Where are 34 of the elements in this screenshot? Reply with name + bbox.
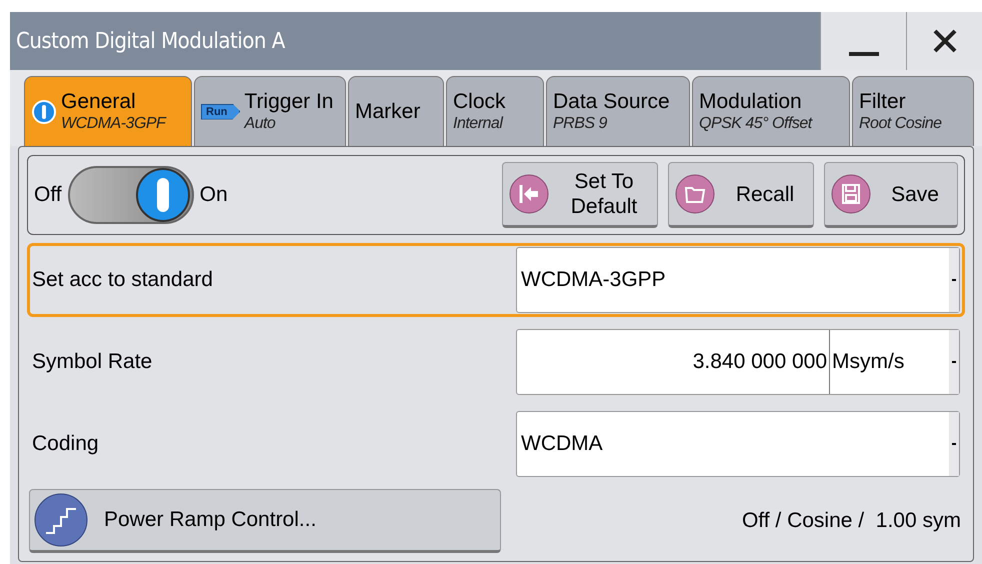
setting-label: Set acc to standard: [32, 267, 214, 294]
setting-label: Coding: [32, 431, 100, 458]
tab[interactable]: Modulation QPSK 45° Offset: [692, 76, 850, 146]
tab[interactable]: Marker: [348, 76, 444, 146]
minimize-icon: [848, 52, 878, 56]
action-button[interactable]: Save: [824, 162, 958, 228]
setting-label: Symbol Rate: [32, 349, 154, 376]
tab[interactable]: Filter Root Cosine: [852, 76, 974, 146]
on-label: On: [200, 182, 228, 208]
tab[interactable]: General WCDMA-3GPF: [24, 76, 192, 146]
action-button[interactable]: Set To Default: [502, 162, 658, 228]
floppy-disk-icon: [831, 174, 871, 214]
close-icon: [932, 28, 958, 54]
value-field[interactable]: 3.840 000 000 Msym/s: [516, 329, 960, 395]
tab[interactable]: Run Trigger In Auto: [194, 76, 346, 146]
run-icon: Run: [201, 104, 240, 120]
dropdown-icon: [949, 412, 959, 476]
off-label: Off: [34, 182, 62, 208]
power-ramp-summary: Off / Cosine / 1.00 sym: [740, 508, 962, 534]
close-button[interactable]: [906, 12, 982, 70]
info-icon: [31, 98, 57, 124]
tab[interactable]: Clock Internal: [446, 76, 544, 146]
value-field[interactable]: WCDMA-3GPP: [516, 247, 960, 313]
step-ramp-icon: [34, 493, 88, 547]
tab[interactable]: Data Source PRBS 9: [546, 76, 690, 146]
action-button[interactable]: Recall: [668, 162, 814, 228]
folder-icon: [675, 174, 715, 214]
value-field[interactable]: WCDMA: [516, 411, 960, 477]
arrow-left-bar-icon: [509, 174, 549, 214]
window-title: Custom Digital Modulation A: [15, 28, 286, 56]
minimize-button[interactable]: [820, 12, 906, 70]
power-ramp-control-button[interactable]: Power Ramp Control...: [29, 489, 501, 553]
dropdown-icon: [949, 330, 959, 394]
dropdown-icon: [949, 248, 959, 312]
